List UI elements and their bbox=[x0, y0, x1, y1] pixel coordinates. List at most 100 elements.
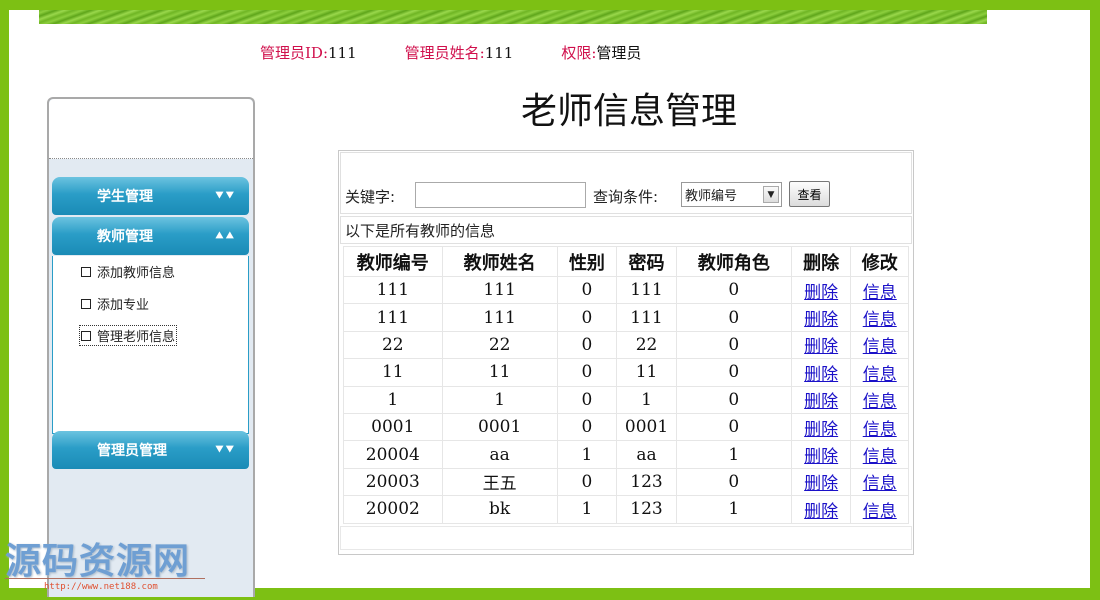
cell-edit: 信息 bbox=[850, 467, 909, 497]
cell-delete: 删除 bbox=[790, 303, 852, 332]
delete-link[interactable]: 删除 bbox=[804, 283, 838, 303]
cell-gender: 0 bbox=[556, 467, 618, 497]
cell-gender: 0 bbox=[556, 275, 618, 305]
admin-name-label: 管理员姓名: bbox=[404, 44, 485, 62]
search-button[interactable]: 查看 bbox=[789, 181, 830, 207]
cell-gender: 1 bbox=[556, 440, 618, 469]
cell-password: 1 bbox=[616, 385, 677, 414]
cell-delete: 删除 bbox=[790, 467, 852, 497]
admin-name: 管理员姓名:111 bbox=[405, 42, 514, 63]
sidebar-section-admin-management[interactable]: 管理员管理 ⯆⯆ bbox=[52, 431, 249, 469]
delete-link[interactable]: 删除 bbox=[804, 420, 838, 440]
cell-teacher-id: 0001 bbox=[343, 412, 443, 442]
checkbox-square-icon bbox=[81, 298, 91, 309]
role-value: 管理员 bbox=[596, 44, 642, 62]
cell-edit: 信息 bbox=[850, 358, 909, 387]
cell-teacher-id: 20004 bbox=[343, 440, 443, 469]
chevron-double-down-icon: ⯆⯆ bbox=[214, 442, 235, 458]
cell-teacher-id: 20003 bbox=[343, 467, 443, 497]
delete-link[interactable]: 删除 bbox=[804, 365, 838, 385]
edit-info-link[interactable]: 信息 bbox=[863, 283, 897, 303]
column-header: 密码 bbox=[616, 246, 677, 277]
keyword-input[interactable] bbox=[415, 182, 586, 208]
sidebar: 学生管理 ⯆⯆ 教师管理 ⯅⯅ 添加教师信息 添加专业 管理老师信息 管理员管理… bbox=[47, 97, 255, 597]
cell-delete: 删除 bbox=[790, 358, 852, 387]
cell-teacher-id: 11 bbox=[343, 358, 443, 387]
cell-teacher-name: bk bbox=[441, 495, 558, 524]
table-row: 20004 aa 1 aa 1 删除 信息 bbox=[343, 440, 909, 469]
page-title: 老师信息管理 bbox=[520, 91, 737, 132]
header-banner bbox=[39, 10, 987, 24]
admin-id-value: 111 bbox=[328, 44, 357, 62]
cell-teacher-name: 11 bbox=[441, 358, 558, 387]
submenu-add-teacher[interactable]: 添加教师信息 bbox=[80, 262, 176, 281]
edit-info-link[interactable]: 信息 bbox=[863, 365, 897, 385]
section-label: 教师管理 bbox=[97, 229, 153, 245]
edit-info-link[interactable]: 信息 bbox=[863, 447, 897, 467]
cell-teacher-name: 0001 bbox=[441, 412, 558, 442]
delete-link[interactable]: 删除 bbox=[804, 310, 838, 330]
cell-password: 123 bbox=[616, 467, 677, 497]
submenu-manage-teachers[interactable]: 管理老师信息 bbox=[78, 325, 178, 346]
delete-link[interactable]: 删除 bbox=[804, 474, 838, 494]
admin-id: 管理员ID:111 bbox=[260, 42, 357, 63]
cell-delete: 删除 bbox=[790, 440, 852, 469]
cell-teacher-name: 1 bbox=[441, 385, 558, 414]
cell-password: aa bbox=[616, 440, 677, 469]
checkbox-square-icon bbox=[81, 330, 91, 341]
table-row: 20003 王五 0 123 0 删除 信息 bbox=[343, 467, 909, 497]
cell-teacher-name: 王五 bbox=[441, 467, 558, 497]
column-header: 教师姓名 bbox=[441, 246, 558, 277]
sidebar-section-teacher-management[interactable]: 教师管理 ⯅⯅ bbox=[52, 217, 249, 255]
sidebar-logo-area bbox=[49, 99, 253, 159]
cell-role: 0 bbox=[675, 330, 792, 360]
delete-link[interactable]: 删除 bbox=[804, 392, 838, 412]
table-row: 111 111 0 111 0 删除 信息 bbox=[343, 303, 909, 332]
keyword-label: 关键字: bbox=[345, 188, 396, 206]
cell-role: 0 bbox=[675, 412, 792, 442]
edit-info-link[interactable]: 信息 bbox=[863, 474, 897, 494]
edit-info-link[interactable]: 信息 bbox=[863, 502, 897, 522]
cell-teacher-name: 111 bbox=[441, 275, 558, 305]
edit-info-link[interactable]: 信息 bbox=[863, 337, 897, 357]
cell-delete: 删除 bbox=[790, 275, 852, 305]
search-bar: 关键字: 查询条件: 教师编号 ▼ 查看 bbox=[340, 152, 912, 214]
chevron-double-up-icon: ⯅⯅ bbox=[214, 228, 235, 244]
page-container: 管理员ID:111 管理员姓名:111 权限:管理员 老师信息管理 学生管理 ⯆… bbox=[9, 10, 1090, 597]
delete-link[interactable]: 删除 bbox=[804, 502, 838, 522]
cell-password: 123 bbox=[616, 495, 677, 524]
column-header: 修改 bbox=[850, 246, 909, 277]
submenu-add-major[interactable]: 添加专业 bbox=[80, 294, 150, 313]
cell-role: 0 bbox=[675, 275, 792, 305]
cell-teacher-id: 111 bbox=[343, 303, 443, 332]
cell-edit: 信息 bbox=[850, 303, 909, 332]
edit-info-link[interactable]: 信息 bbox=[863, 310, 897, 330]
cell-gender: 0 bbox=[556, 385, 618, 414]
condition-select[interactable]: 教师编号 ▼ bbox=[681, 182, 782, 207]
cell-delete: 删除 bbox=[790, 330, 852, 360]
cell-edit: 信息 bbox=[850, 275, 909, 305]
edit-info-link[interactable]: 信息 bbox=[863, 392, 897, 412]
table-row: 1 1 0 1 0 删除 信息 bbox=[343, 385, 909, 414]
user-info-bar: 管理员ID:111 管理员姓名:111 权限:管理员 bbox=[260, 42, 641, 63]
submenu-label: 管理老师信息 bbox=[97, 330, 176, 345]
cell-edit: 信息 bbox=[850, 412, 909, 442]
sidebar-section-student-management[interactable]: 学生管理 ⯆⯆ bbox=[52, 177, 249, 215]
edit-info-link[interactable]: 信息 bbox=[863, 420, 897, 440]
delete-link[interactable]: 删除 bbox=[804, 447, 838, 467]
table-footer bbox=[340, 526, 912, 550]
table-row: 20002 bk 1 123 1 删除 信息 bbox=[343, 495, 909, 524]
table-row: 111 111 0 111 0 删除 信息 bbox=[343, 275, 909, 305]
column-header: 教师角色 bbox=[675, 246, 792, 277]
cell-delete: 删除 bbox=[790, 412, 852, 442]
delete-link[interactable]: 删除 bbox=[804, 337, 838, 357]
condition-selected-value: 教师编号 bbox=[685, 189, 738, 204]
table-row: 22 22 0 22 0 删除 信息 bbox=[343, 330, 909, 360]
watermark-logo: 源码资源网 bbox=[5, 541, 191, 582]
chevron-double-down-icon: ⯆⯆ bbox=[214, 188, 235, 204]
cell-teacher-id: 22 bbox=[343, 330, 443, 360]
role-label: 权限: bbox=[561, 44, 597, 62]
condition-label: 查询条件: bbox=[593, 188, 659, 206]
admin-role: 权限:管理员 bbox=[561, 42, 641, 63]
cell-role: 1 bbox=[675, 440, 792, 469]
